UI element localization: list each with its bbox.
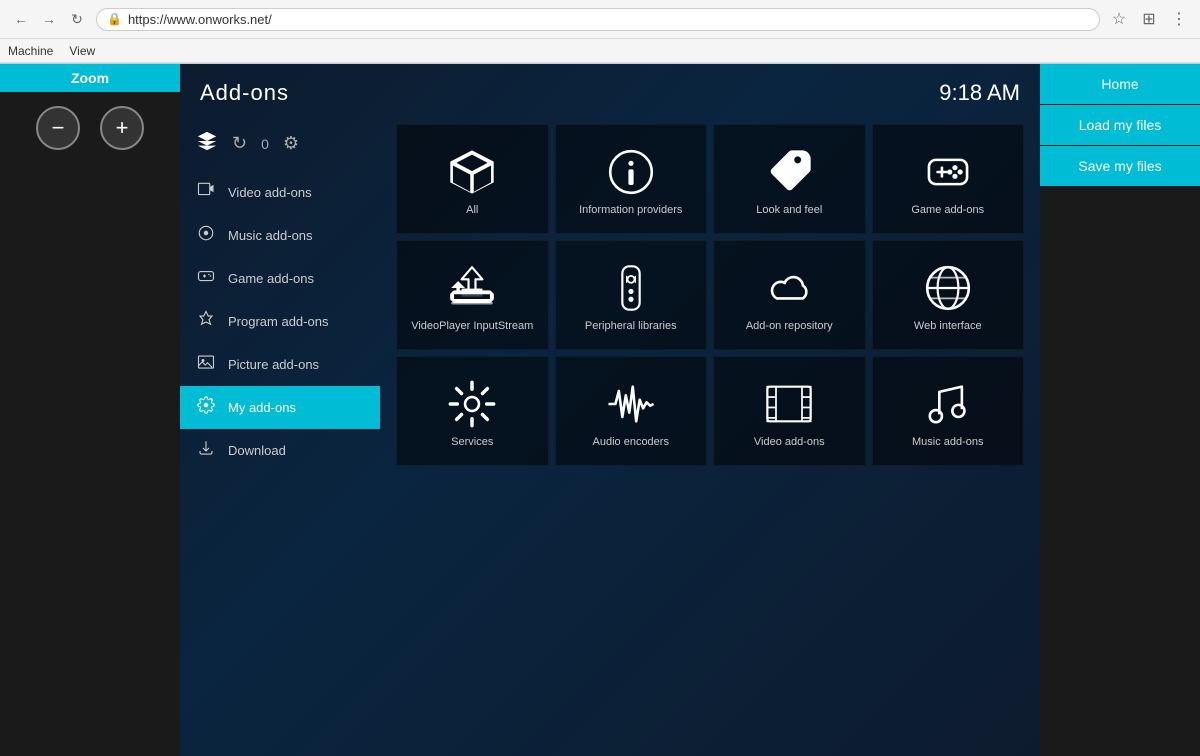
look-and-feel-label: Look and feel <box>756 203 822 217</box>
grid-tile-web-interface[interactable]: Web interface <box>872 240 1025 350</box>
sidebar-items-list: Video add-ons Music add-ons Game add-ons Pr… <box>180 171 380 472</box>
all-icon <box>446 146 498 203</box>
nav-buttons: ← → ↻ <box>8 6 90 32</box>
services-label: Services <box>451 435 493 449</box>
kodi-time: 9:18 AM <box>939 80 1020 106</box>
zoom-header: Zoom <box>0 64 180 92</box>
sidebar-item-program-add-ons[interactable]: Program add-ons <box>180 300 380 343</box>
music-add-ons-label: Music add-ons <box>228 228 313 243</box>
add-on-repository-label: Add-on repository <box>746 319 833 333</box>
grid-tile-look-and-feel[interactable]: Look and feel <box>713 124 866 234</box>
audio-encoders-label: Audio encoders <box>593 435 669 449</box>
grid-tile-game-add-ons[interactable]: Game add-ons <box>872 124 1025 234</box>
sidebar-settings-icon[interactable]: ⚙ <box>283 133 299 154</box>
forward-button[interactable]: → <box>36 6 62 32</box>
grid-tile-add-on-repository[interactable]: Add-on repository <box>713 240 866 350</box>
grid-tile-information-providers[interactable]: Information providers <box>555 124 708 234</box>
videoplayer-inputstream-icon <box>446 262 498 319</box>
toolbar-icons: ☆ ⊞ ⋮ <box>1106 6 1192 32</box>
kodi-content: ↻ 0 ⚙ Video add-ons Music add-ons Game add… <box>180 116 1040 756</box>
video-add-ons-label: Video add-ons <box>228 185 312 200</box>
sidebar-refresh-icon[interactable]: ↻ <box>232 133 247 154</box>
zoom-panel: Zoom − + <box>0 64 180 756</box>
grid-area: All Information providers Look and feel Gam… <box>380 116 1040 756</box>
information-providers-label: Information providers <box>579 203 682 217</box>
sidebar: ↻ 0 ⚙ Video add-ons Music add-ons Game add… <box>180 116 380 756</box>
bookmark-button[interactable]: ☆ <box>1106 6 1132 32</box>
page-title: Add-ons <box>200 80 289 106</box>
load-files-button[interactable]: Load my files <box>1040 105 1200 145</box>
game-add-ons-label: Game add-ons <box>228 271 314 286</box>
my-add-ons-label: My add-ons <box>228 400 296 415</box>
services-icon <box>446 378 498 435</box>
program-add-ons-label: Program add-ons <box>228 314 328 329</box>
video-add-ons-tile-label: Video add-ons <box>754 435 825 449</box>
grid-tile-video-add-ons-tile[interactable]: Video add-ons <box>713 356 866 466</box>
machine-menu[interactable]: Machine <box>8 44 53 58</box>
zoom-controls: − + <box>0 92 180 164</box>
save-files-button[interactable]: Save my files <box>1040 146 1200 186</box>
music-add-ons-tile-label: Music add-ons <box>912 435 984 449</box>
game-add-ons-icon <box>196 267 216 290</box>
sidebar-counter: 0 <box>261 136 269 152</box>
home-button[interactable]: Home <box>1040 64 1200 104</box>
grid-tile-services[interactable]: Services <box>396 356 549 466</box>
sidebar-top: ↻ 0 ⚙ <box>180 124 380 171</box>
sidebar-package-icon[interactable] <box>196 130 218 157</box>
videoplayer-inputstream-label: VideoPlayer InputStream <box>411 319 533 333</box>
right-panel: Home Load my files Save my files <box>1040 64 1200 756</box>
information-providers-icon <box>605 146 657 203</box>
game-add-ons-label: Game add-ons <box>911 203 984 217</box>
sidebar-item-my-add-ons[interactable]: My add-ons <box>180 386 380 429</box>
back-button[interactable]: ← <box>8 6 34 32</box>
web-interface-icon <box>922 262 974 319</box>
download-label: Download <box>228 443 286 458</box>
grid-tile-peripheral-libraries[interactable]: Peripheral libraries <box>555 240 708 350</box>
sidebar-item-video-add-ons[interactable]: Video add-ons <box>180 171 380 214</box>
peripheral-libraries-icon <box>605 262 657 319</box>
browser-chrome: ← → ↻ 🔒 ☆ ⊞ ⋮ Machine View <box>0 0 1200 64</box>
kodi-header: Add-ons 9:18 AM <box>180 64 1040 116</box>
address-bar-container: 🔒 <box>96 8 1100 31</box>
reload-button[interactable]: ↻ <box>64 6 90 32</box>
add-on-repository-icon <box>763 262 815 319</box>
all-label: All <box>466 203 478 217</box>
program-add-ons-icon <box>196 310 216 333</box>
look-and-feel-icon <box>763 146 815 203</box>
view-menu[interactable]: View <box>69 44 95 58</box>
picture-add-ons-label: Picture add-ons <box>228 357 319 372</box>
video-add-ons-tile-icon <box>763 378 815 435</box>
browser-toolbar: ← → ↻ 🔒 ☆ ⊞ ⋮ <box>0 0 1200 39</box>
main-layout: Zoom − + Add-ons 9:18 AM ↻ 0 ⚙ <box>0 64 1200 756</box>
secure-icon: 🔒 <box>107 12 122 26</box>
peripheral-libraries-label: Peripheral libraries <box>585 319 677 333</box>
grid-tile-audio-encoders[interactable]: Audio encoders <box>555 356 708 466</box>
grid-tile-all[interactable]: All <box>396 124 549 234</box>
music-add-ons-tile-icon <box>922 378 974 435</box>
sidebar-item-game-add-ons[interactable]: Game add-ons <box>180 257 380 300</box>
audio-encoders-icon <box>605 378 657 435</box>
music-add-ons-icon <box>196 224 216 247</box>
grid-tiles: All Information providers Look and feel Gam… <box>396 124 1024 466</box>
grid-tile-music-add-ons-tile[interactable]: Music add-ons <box>872 356 1025 466</box>
game-add-ons-icon <box>922 146 974 203</box>
my-add-ons-icon <box>196 396 216 419</box>
extension-button[interactable]: ⊞ <box>1136 6 1162 32</box>
zoom-in-button[interactable]: + <box>100 106 144 150</box>
video-add-ons-icon <box>196 181 216 204</box>
web-interface-label: Web interface <box>914 319 982 333</box>
sidebar-item-download[interactable]: Download <box>180 429 380 472</box>
sidebar-item-picture-add-ons[interactable]: Picture add-ons <box>180 343 380 386</box>
menu-button[interactable]: ⋮ <box>1166 6 1192 32</box>
download-icon <box>196 439 216 462</box>
kodi-area: Add-ons 9:18 AM ↻ 0 ⚙ Video add-ons Music… <box>180 64 1040 756</box>
grid-tile-videoplayer-inputstream[interactable]: VideoPlayer InputStream <box>396 240 549 350</box>
menu-bar: Machine View <box>0 39 1200 63</box>
sidebar-item-music-add-ons[interactable]: Music add-ons <box>180 214 380 257</box>
address-bar[interactable] <box>128 12 1089 27</box>
picture-add-ons-icon <box>196 353 216 376</box>
zoom-out-button[interactable]: − <box>36 106 80 150</box>
